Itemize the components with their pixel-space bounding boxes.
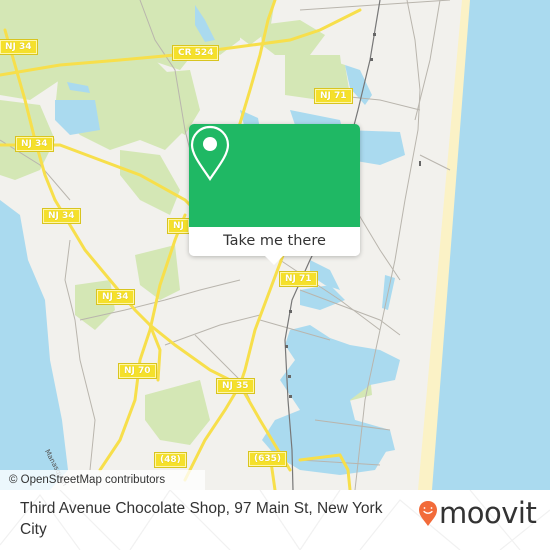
route-shield-nj34: NJ 34: [0, 39, 38, 55]
location-popup: Take me there: [189, 124, 360, 265]
moovit-wordmark: moovit: [439, 496, 537, 530]
popup-header: [189, 124, 360, 227]
route-shield-nj70: NJ 70: [118, 363, 157, 379]
route-shield-nj34: NJ 34: [96, 289, 135, 305]
route-shield-cr524: CR 524: [171, 45, 220, 61]
route-shield-nj34: NJ 34: [15, 136, 54, 152]
moovit-logo[interactable]: moovit: [418, 496, 538, 536]
map-attribution[interactable]: © OpenStreetMap contributors: [0, 470, 205, 490]
moovit-pin-icon: [419, 501, 437, 526]
route-shield-cr635: (635): [247, 451, 288, 467]
route-shield-nj71: NJ 71: [279, 271, 318, 287]
popup-pointer: [264, 255, 284, 265]
place-address: Third Avenue Chocolate Shop, 97 Main St,…: [20, 500, 383, 538]
route-shield-nj34: NJ 34: [42, 208, 81, 224]
route-shield-cr48: (48): [154, 452, 187, 468]
take-me-there-label: Take me there: [189, 227, 360, 256]
route-shield-nj: NJ: [167, 218, 190, 234]
take-me-there-button[interactable]: Take me there: [189, 124, 360, 256]
route-shield-nj71: NJ 71: [314, 88, 353, 104]
footer: Third Avenue Chocolate Shop, 97 Main St,…: [0, 490, 550, 550]
map-view[interactable]: NJ 34 CR 524 NJ 34 NJ 34 NJ NJ 34 NJ 70 …: [0, 0, 550, 490]
map-pin-icon: [190, 125, 230, 181]
route-shield-nj35: NJ 35: [216, 378, 255, 394]
